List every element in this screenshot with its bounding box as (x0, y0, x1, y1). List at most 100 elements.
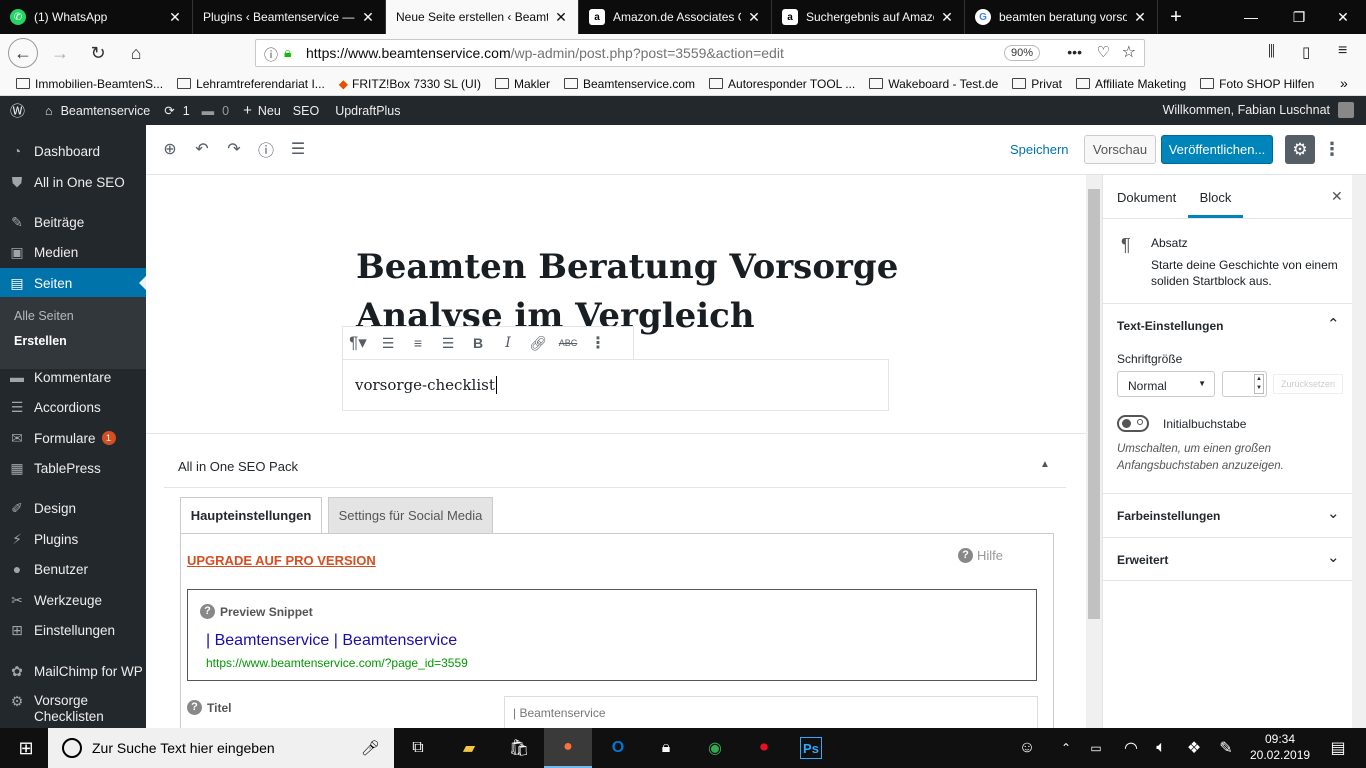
updraftplus-link[interactable]: UpdraftPlus (335, 104, 400, 118)
close-icon[interactable]: ✕ (361, 9, 375, 26)
link-icon[interactable]: 🔗︎ (523, 335, 553, 352)
menu-item-mailchimp[interactable]: ✿ MailChimp for WP (0, 656, 146, 686)
sidebar-scrollbar[interactable] (1352, 175, 1366, 728)
italic-icon[interactable]: I (493, 335, 523, 351)
bookmark-item[interactable]: Foto SHOP Hilfen (1200, 77, 1314, 91)
save-draft-button[interactable]: Speichern (1010, 142, 1069, 157)
metabox-title[interactable]: All in One SEO Pack (178, 459, 298, 474)
menu-item-forms[interactable]: ✉ Formulare 1 (0, 423, 146, 453)
windows-start-icon[interactable]: ⊞ (12, 734, 40, 762)
outlook-icon[interactable]: O (604, 734, 632, 762)
menu-item-vorsorge[interactable]: ⚙ Vorsorge Checklisten (0, 693, 146, 729)
chevron-up-icon[interactable]: ⌃ (1052, 734, 1080, 762)
info-icon[interactable]: ⓘ (264, 45, 278, 65)
menu-item-media[interactable]: ▣ Medien (0, 237, 146, 267)
section-title[interactable]: Text-Einstellungen (1117, 319, 1223, 333)
maximize-button[interactable]: ❐ (1276, 0, 1322, 34)
bookmark-item[interactable]: Autoresponder TOOL ... (709, 77, 855, 91)
battery-icon[interactable]: ▭ (1082, 734, 1110, 762)
close-icon[interactable]: ✕ (1133, 9, 1147, 26)
sidebar-icon[interactable]: ▯ (1302, 43, 1310, 61)
bookmark-item[interactable]: Lehramtreferendariat I... (177, 77, 325, 91)
bookmark-star-icon[interactable]: ☆ (1122, 42, 1136, 62)
new-tab-button[interactable]: + (1158, 0, 1194, 34)
avatar[interactable] (1338, 102, 1354, 118)
submenu-create[interactable]: Erstellen (14, 334, 67, 348)
menu-item-dashboard[interactable]: ◔ Dashboard (0, 136, 146, 166)
align-left-icon[interactable]: ☰ (373, 335, 403, 352)
menu-item-design[interactable]: ✐ Design (0, 493, 146, 523)
menu-item-tablepress[interactable]: ▦ TablePress (0, 453, 146, 483)
microphone-icon[interactable]: 🎤︎ (361, 739, 380, 757)
close-icon[interactable]: ✕ (554, 9, 568, 26)
back-button[interactable]: ← (8, 38, 38, 68)
menu-item-settings[interactable]: ⊞ Einstellungen (0, 615, 146, 645)
chrome-icon[interactable]: ◉ (701, 734, 729, 762)
updates-link[interactable]: ⟳ 1 (164, 103, 189, 119)
volume-icon[interactable]: 🔈︎ (1147, 734, 1175, 762)
dropbox-icon[interactable]: ❖ (1180, 734, 1208, 762)
bookmark-item[interactable]: Privat (1012, 77, 1062, 91)
file-explorer-icon[interactable]: ▰ (455, 734, 483, 762)
pen-icon[interactable]: ✎ (1212, 734, 1240, 762)
add-block-icon[interactable]: ⊕ (158, 137, 182, 161)
search-box[interactable]: Zur Suche Text hier eingeben 🎤︎ (48, 728, 394, 768)
settings-gear-icon[interactable]: ⚙ (1285, 135, 1315, 164)
more-options-icon[interactable]: ⋮ (1320, 137, 1344, 161)
redo-icon[interactable]: ↷ (222, 137, 246, 161)
tab-social-media[interactable]: Settings für Social Media (328, 497, 493, 534)
photoshop-icon[interactable]: Ps (800, 737, 822, 759)
close-icon[interactable]: ✕ (168, 9, 182, 26)
task-view-icon[interactable]: ⧉ (404, 734, 432, 762)
close-icon[interactable]: ✕ (747, 9, 761, 26)
tab-amazon-associates[interactable]: a Amazon.de Associates Central ✕ (579, 0, 772, 34)
upgrade-link[interactable]: UPGRADE AUF PRO VERSION (187, 553, 376, 568)
help-icon[interactable]: ? (187, 700, 202, 715)
scrollbar-thumb[interactable] (1088, 189, 1100, 619)
tab-neue-seite[interactable]: Neue Seite erstellen ‹ Beamtenservice ✕ (386, 0, 579, 34)
site-link[interactable]: ⌂ Beamtenservice (45, 104, 150, 118)
user-greeting[interactable]: Willkommen, Fabian Luschnat (1163, 103, 1330, 117)
menu-item-users[interactable]: ● Benutzer (0, 554, 146, 584)
tab-amazon-search[interactable]: a Suchergebnis auf Amazon.de ✕ (772, 0, 965, 34)
tab-whatsapp[interactable]: ✆ (1) WhatsApp ✕ (0, 0, 193, 34)
wifi-icon[interactable]: ◠ (1117, 734, 1145, 762)
info-icon[interactable]: ⓘ (254, 137, 278, 161)
bookmark-item[interactable]: Makler (494, 77, 550, 91)
align-center-icon[interactable]: ≡ (403, 335, 433, 351)
minimize-button[interactable]: — (1228, 0, 1274, 34)
menu-item-plugins[interactable]: ⚡ Plugins (0, 524, 146, 554)
font-size-select[interactable]: Normal ▼ (1117, 371, 1215, 397)
reload-button[interactable]: ↻ (82, 37, 114, 69)
store-icon[interactable]: 🛍︎ (505, 734, 533, 762)
stepper-icon[interactable]: ▲ ▼ (1254, 374, 1264, 394)
home-button[interactable]: ⌂ (120, 37, 152, 69)
bookmark-item[interactable]: Wakeboard - Test.de (869, 77, 998, 91)
submenu-all-pages[interactable]: Alle Seiten (14, 309, 74, 323)
reset-button[interactable]: Zurücksetzen (1273, 374, 1343, 394)
url-bar[interactable]: ⓘ 🔒︎ https://www.beamtenservice.com/wp-a… (255, 39, 1145, 67)
align-right-icon[interactable]: ☰ (433, 335, 463, 352)
menu-item-aioseo[interactable]: ⛊ All in One SEO (0, 167, 146, 197)
help-link[interactable]: ? Hilfe (958, 548, 1003, 563)
editor-scrollbar[interactable] (1086, 175, 1102, 728)
people-icon[interactable]: ☺ (1013, 734, 1041, 762)
custom-font-size-input[interactable]: ▲ ▼ (1222, 371, 1267, 397)
tab-document[interactable]: Dokument (1117, 190, 1176, 205)
close-window-button[interactable]: ✕ (1320, 0, 1366, 34)
advanced-section[interactable]: Erweitert ⌄ (1103, 537, 1353, 581)
bookmark-item[interactable]: Immobilien-BeamtenS... (16, 77, 163, 91)
notifications-icon[interactable]: ▤ (1324, 734, 1352, 762)
tab-block[interactable]: Block (1188, 175, 1243, 218)
menu-item-pages[interactable]: ▤ Seiten (0, 268, 146, 298)
menu-icon[interactable]: ≡ (1338, 42, 1347, 60)
color-settings-section[interactable]: Farbeinstellungen ⌄ (1103, 493, 1353, 537)
seo-link[interactable]: SEO (293, 104, 319, 118)
vpn-lock-icon[interactable]: 🔒︎ (652, 734, 680, 762)
wordpress-logo-icon[interactable]: Ⓦ (10, 100, 25, 121)
collapse-icon[interactable]: ▲ (1040, 459, 1050, 470)
close-icon[interactable]: ✕ (940, 9, 954, 26)
menu-item-accordions[interactable]: ☰ Accordions (0, 392, 146, 422)
library-icon[interactable]: ⫼ (1268, 43, 1275, 60)
bookmark-item[interactable]: ◆ FRITZ!Box 7330 SL (UI) (339, 77, 481, 91)
